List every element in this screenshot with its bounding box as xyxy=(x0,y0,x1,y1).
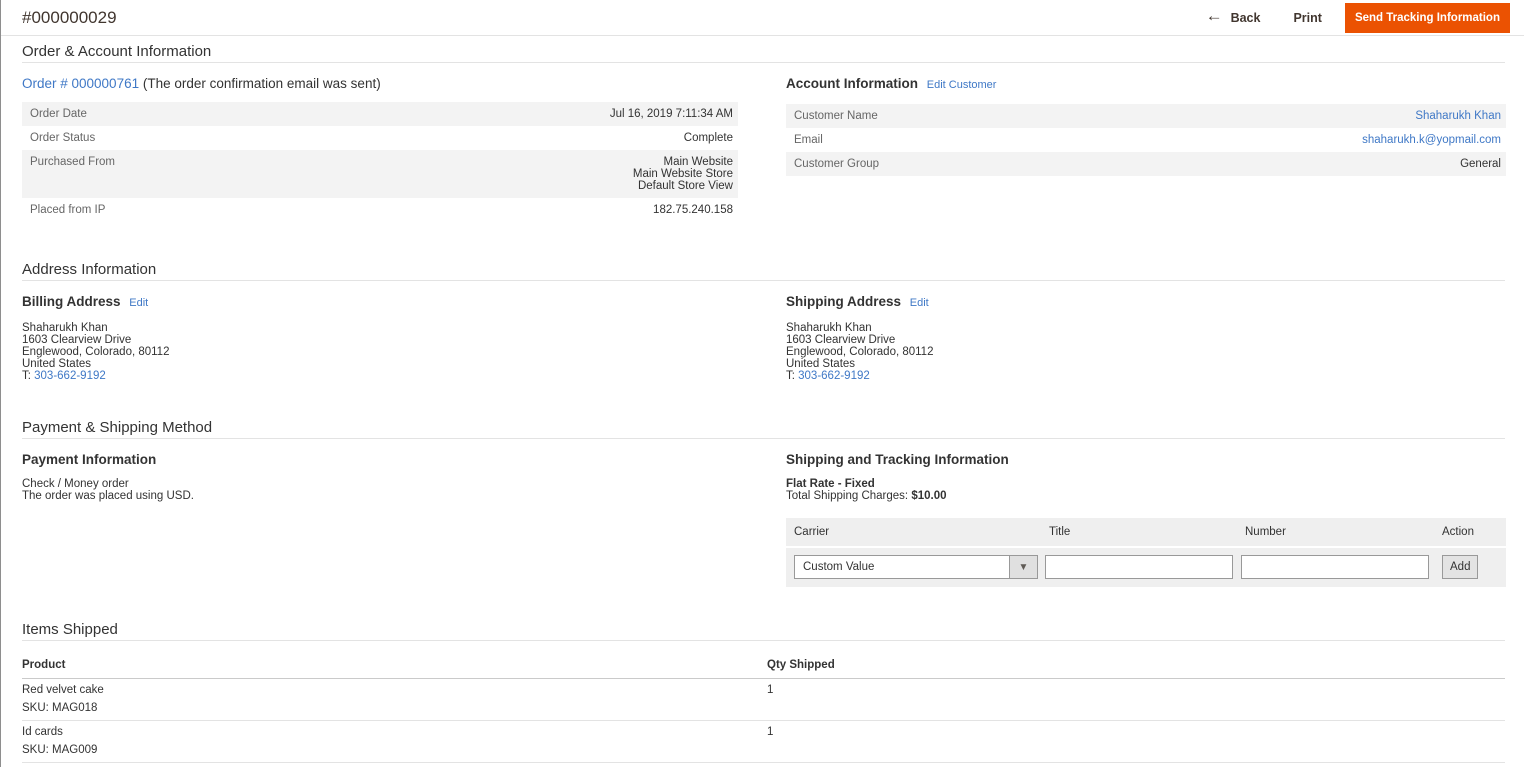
back-button-label: Back xyxy=(1230,10,1261,25)
print-button-label: Print xyxy=(1293,10,1322,25)
order-status-value: Complete xyxy=(683,132,733,144)
print-button[interactable]: Print xyxy=(1293,11,1321,25)
order-view-page: #000000029 ← Back Print Send Tracking In… xyxy=(0,0,1524,767)
shipping-address-block: Shipping Address Edit Shaharukh Khan 160… xyxy=(786,294,1506,382)
customer-name-link[interactable]: Shaharukh Khan xyxy=(1415,110,1501,122)
order-account-section: Order & Account Information Order # 0000… xyxy=(22,43,1506,222)
order-info-table: Order Date Jul 16, 2019 7:11:34 AM Order… xyxy=(22,102,738,222)
billing-address-edit-link[interactable]: Edit xyxy=(129,297,148,309)
chevron-down-icon: ▼ xyxy=(1009,556,1037,578)
edit-customer-link[interactable]: Edit Customer xyxy=(927,79,997,91)
header-actions: ← Back Print Send Tracking Information xyxy=(1205,2,1510,33)
customer-email-row: Email shaharukh.k@yopmail.com xyxy=(786,128,1506,152)
shipping-tracking-block: Shipping and Tracking Information Flat R… xyxy=(786,452,1506,587)
placed-from-ip-value: 182.75.240.158 xyxy=(653,204,733,216)
order-account-section-title: Order & Account Information xyxy=(22,43,1505,63)
page-content: Order & Account Information Order # 0000… xyxy=(1,36,1524,763)
billing-address-title: Billing Address xyxy=(22,294,121,309)
billing-address-block: Billing Address Edit Shaharukh Khan 1603… xyxy=(22,294,738,382)
shipping-charges-value: $10.00 xyxy=(911,490,947,502)
items-shipped-section-title: Items Shipped xyxy=(22,621,1505,641)
items-table: Product Qty Shipped Red velvet cake SKU:… xyxy=(22,653,1505,763)
tracking-input-row: Custom Value ▼ Add xyxy=(786,548,1506,587)
product-sku: SKU: MAG018 xyxy=(22,702,98,714)
purchased-from-label: Purchased From xyxy=(30,156,116,168)
order-number-link[interactable]: Order # 000000761 xyxy=(22,76,139,91)
customer-email-label: Email xyxy=(794,134,823,146)
items-shipped-section: Items Shipped Product Qty Shipped Red ve… xyxy=(22,621,1505,763)
order-date-row: Order Date Jul 16, 2019 7:11:34 AM xyxy=(22,102,738,126)
back-arrow-icon: ← xyxy=(1205,5,1223,25)
action-column-header: Action xyxy=(1442,526,1474,538)
number-column-header: Number xyxy=(1245,526,1286,538)
product-name: Red velvet cake xyxy=(22,684,104,696)
tracking-table: Carrier Title Number Action Custom Value… xyxy=(786,518,1506,587)
product-sku: SKU: MAG009 xyxy=(22,744,98,756)
qty-shipped-value: 1 xyxy=(767,684,774,696)
qty-shipped-value: 1 xyxy=(767,726,774,738)
back-button[interactable]: ← Back xyxy=(1205,5,1261,28)
order-information-block: Order # 000000761 (The order confirmatio… xyxy=(22,76,738,222)
order-status-row: Order Status Complete xyxy=(22,126,738,150)
shipping-address-text: Shaharukh Khan 1603 Clearview Drive Engl… xyxy=(786,322,934,382)
account-information-title: Account Information xyxy=(786,76,918,91)
shipping-address-edit-link[interactable]: Edit xyxy=(910,297,929,309)
item-row: Id cards SKU: MAG009 1 xyxy=(22,721,1505,763)
address-section-title: Address Information xyxy=(22,261,1505,281)
shipping-phone-link[interactable]: 303-662-9192 xyxy=(798,370,870,382)
order-status-label: Order Status xyxy=(30,132,96,144)
payment-note: The order was placed using USD. xyxy=(22,490,194,502)
customer-name-row: Customer Name Shaharukh Khan xyxy=(786,104,1506,128)
purchased-from-row: Purchased From Main Website Main Website… xyxy=(22,150,738,198)
customer-name-label: Customer Name xyxy=(794,110,878,122)
item-row: Red velvet cake SKU: MAG018 1 xyxy=(22,679,1505,721)
account-info-table: Customer Name Shaharukh Khan Email shaha… xyxy=(786,104,1506,176)
customer-group-value: General xyxy=(1460,158,1501,170)
billing-phone-link[interactable]: 303-662-9192 xyxy=(34,370,106,382)
shipping-method: Flat Rate - Fixed xyxy=(786,478,875,490)
payment-information-block: Payment Information Check / Money order … xyxy=(22,452,738,587)
placed-from-ip-row: Placed from IP 182.75.240.158 xyxy=(22,198,738,222)
carrier-select[interactable]: Custom Value ▼ xyxy=(794,555,1038,579)
tracking-title-input[interactable] xyxy=(1045,555,1233,579)
page-title: #000000029 xyxy=(22,7,117,27)
address-section: Address Information Billing Address Edit… xyxy=(22,261,1505,382)
customer-group-row: Customer Group General xyxy=(786,152,1506,176)
payment-shipping-section: Payment & Shipping Method Payment Inform… xyxy=(22,419,1506,587)
send-tracking-button[interactable]: Send Tracking Information xyxy=(1344,2,1510,33)
title-column-header: Title xyxy=(1049,526,1071,538)
payment-information-title: Payment Information xyxy=(22,452,157,467)
carrier-select-value: Custom Value xyxy=(803,561,875,573)
product-column-header: Product xyxy=(22,659,66,671)
customer-email-link[interactable]: shaharukh.k@yopmail.com xyxy=(1362,134,1501,146)
payment-method: Check / Money order xyxy=(22,478,129,490)
page-header: #000000029 ← Back Print Send Tracking In… xyxy=(1,0,1524,36)
placed-from-ip-label: Placed from IP xyxy=(30,204,106,216)
shipping-address-title: Shipping Address xyxy=(786,294,902,309)
shipping-charges: Total Shipping Charges: $10.00 xyxy=(786,490,947,502)
order-confirmation-note: (The order confirmation email was sent) xyxy=(142,76,381,91)
payment-shipping-section-title: Payment & Shipping Method xyxy=(22,419,1505,439)
billing-address-text: Shaharukh Khan 1603 Clearview Drive Engl… xyxy=(22,322,170,382)
customer-group-label: Customer Group xyxy=(794,158,880,170)
account-information-block: Account Information Edit Customer Custom… xyxy=(786,76,1506,222)
carrier-column-header: Carrier xyxy=(794,526,830,538)
purchased-from-value: Main Website Main Website Store Default … xyxy=(632,156,733,192)
qty-shipped-column-header: Qty Shipped xyxy=(767,659,835,671)
shipping-tracking-title: Shipping and Tracking Information xyxy=(786,452,1009,467)
product-name: Id cards xyxy=(22,726,63,738)
send-tracking-label: Send Tracking Information xyxy=(1354,11,1500,24)
order-date-value: Jul 16, 2019 7:11:34 AM xyxy=(609,108,733,120)
order-date-label: Order Date xyxy=(30,108,87,120)
add-tracking-button[interactable]: Add xyxy=(1442,555,1479,579)
tracking-number-input[interactable] xyxy=(1241,555,1429,579)
